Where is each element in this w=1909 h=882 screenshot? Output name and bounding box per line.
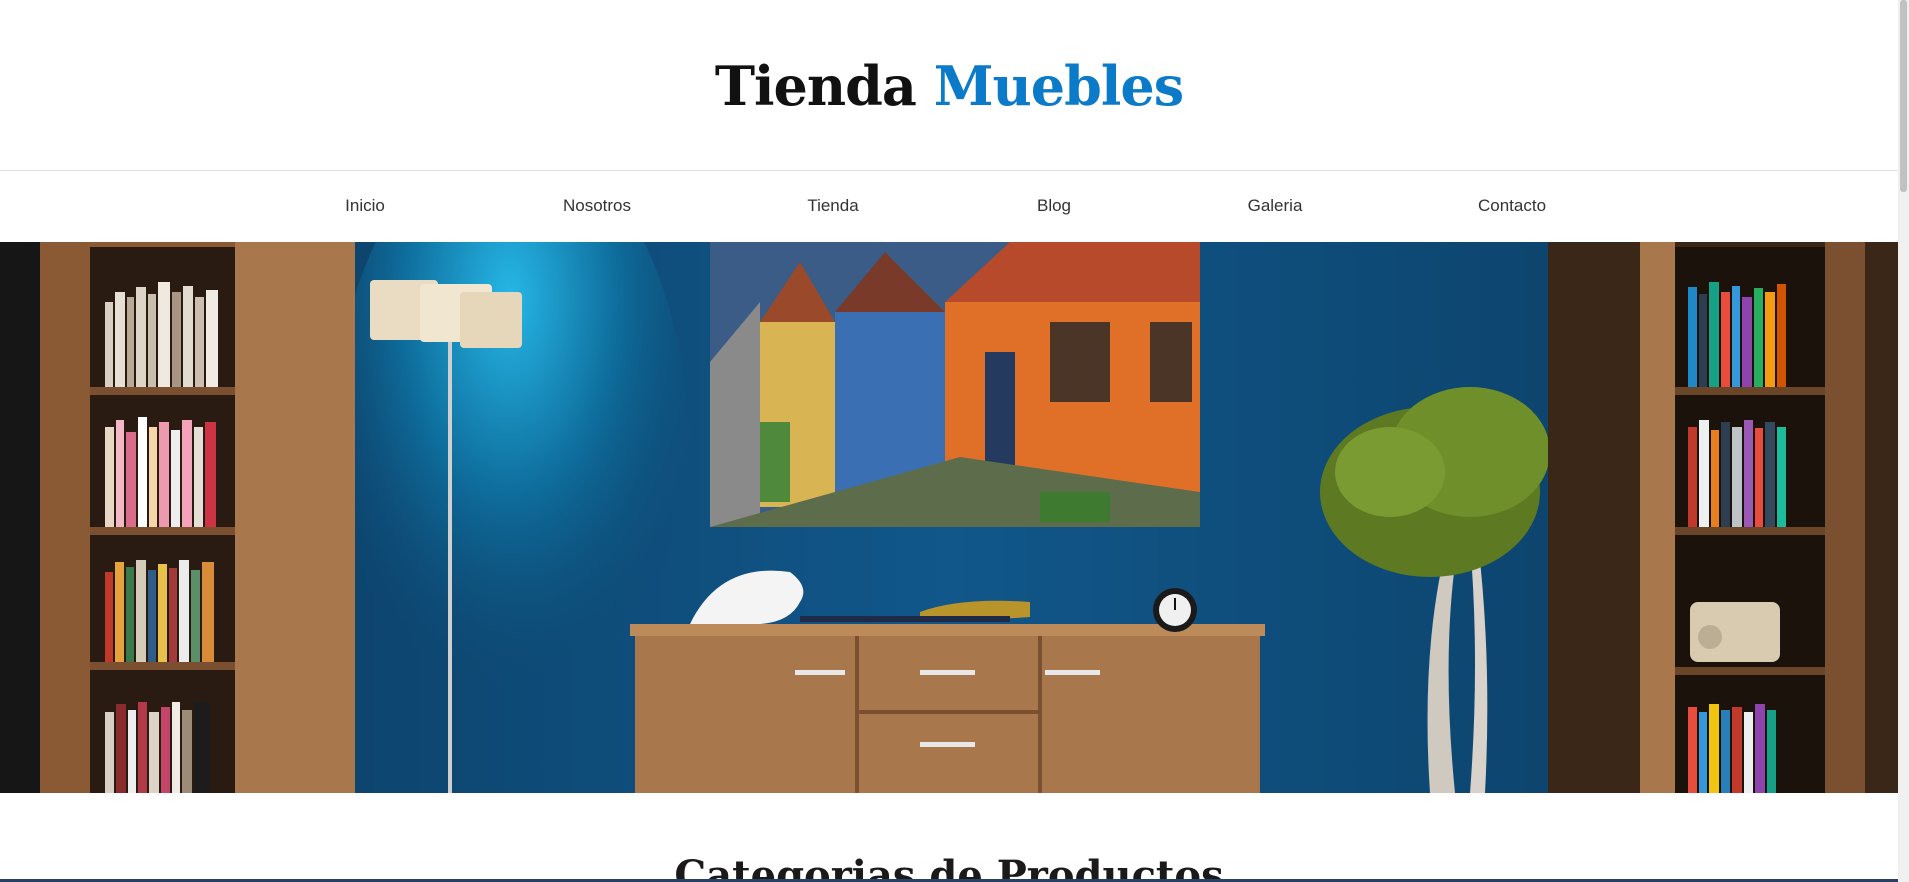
nav-item-galeria[interactable]: Galeria bbox=[1248, 196, 1303, 216]
hero-banner bbox=[0, 242, 1898, 793]
scrollbar-thumb[interactable] bbox=[1900, 0, 1907, 192]
section-title: Categorias de Productos bbox=[674, 852, 1224, 882]
wooden-dresser bbox=[630, 624, 1265, 793]
nav-item-tienda[interactable]: Tienda bbox=[807, 196, 858, 216]
logo-text-accent: Muebles bbox=[933, 53, 1184, 118]
nav-item-blog[interactable]: Blog bbox=[1037, 196, 1071, 216]
nav-item-inicio[interactable]: Inicio bbox=[345, 196, 385, 216]
left-bookshelf bbox=[0, 242, 355, 793]
page-scrollbar[interactable] bbox=[1898, 0, 1909, 882]
site-header: Tienda Muebles bbox=[0, 0, 1898, 171]
main-navigation: Inicio Nosotros Tienda Blog Galeria Cont… bbox=[0, 172, 1898, 242]
right-bookshelf bbox=[1548, 242, 1898, 793]
nav-item-nosotros[interactable]: Nosotros bbox=[563, 196, 631, 216]
site-logo[interactable]: Tienda Muebles bbox=[714, 53, 1184, 118]
logo-text-main: Tienda bbox=[714, 53, 917, 118]
wall-painting bbox=[710, 242, 1200, 527]
hero-image bbox=[0, 242, 1898, 793]
nav-item-contacto[interactable]: Contacto bbox=[1478, 196, 1546, 216]
